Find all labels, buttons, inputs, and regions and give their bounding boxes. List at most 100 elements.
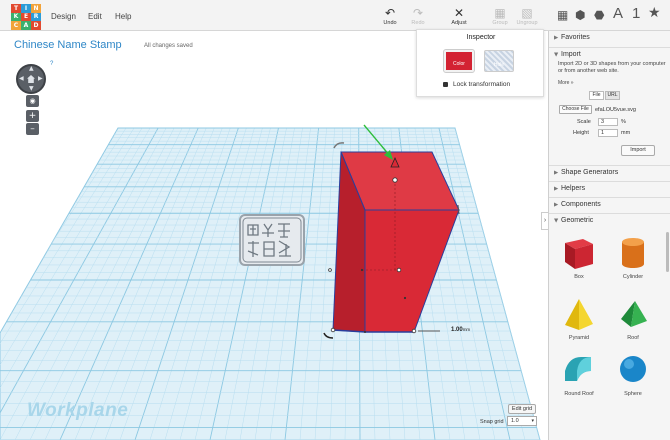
- chevron-right-icon: ▶: [554, 186, 559, 192]
- section-label: Shape Generators: [561, 169, 619, 176]
- round-roof-icon: [565, 357, 591, 381]
- adjust-icon: ✕: [453, 6, 465, 20]
- section-helpers[interactable]: ▶ Helpers: [549, 181, 670, 196]
- section-label: Favorites: [561, 34, 590, 41]
- number-view-icon[interactable]: 1: [632, 5, 640, 22]
- section-components[interactable]: ▶ Components: [549, 197, 670, 212]
- lock-label: Lock transformation: [453, 81, 511, 88]
- orbit-control[interactable]: ▲ ▼ ◀ ▶: [16, 64, 46, 94]
- shape-label: Sphere: [624, 391, 642, 397]
- import-button[interactable]: Import: [621, 145, 655, 156]
- top-toolbar: T I N K E R C A D Design Edit Help ↶ Und…: [0, 0, 670, 31]
- tab-file[interactable]: File: [589, 91, 604, 100]
- tinkercad-logo[interactable]: T I N K E R C A D: [11, 4, 41, 30]
- menu-design[interactable]: Design: [51, 12, 76, 21]
- logo-letter: C: [11, 21, 21, 30]
- section-label: Import: [561, 51, 581, 58]
- section-label: Components: [561, 201, 601, 208]
- section-favorites[interactable]: ▶ Favorites: [549, 31, 670, 46]
- import-description: Import 2D or 3D shapes from your compute…: [558, 61, 666, 75]
- sidebar-scrollbar[interactable]: [666, 232, 669, 272]
- shape-sphere[interactable]: Sphere: [608, 351, 658, 397]
- pyramid-icon: [565, 299, 593, 330]
- lock-transformation-toggle[interactable]: Lock transformation: [443, 81, 510, 88]
- brick-view-icon[interactable]: ⬣: [594, 8, 604, 22]
- scale-input[interactable]: 3: [598, 118, 618, 126]
- more-link[interactable]: More »: [558, 80, 574, 86]
- imported-stamp: [239, 214, 305, 266]
- text-view-icon[interactable]: A: [613, 5, 623, 22]
- dimension-unit: mm: [462, 327, 471, 332]
- shape-label: Box: [574, 274, 584, 280]
- height-unit: mm: [621, 130, 631, 136]
- star-icon[interactable]: ★: [648, 5, 661, 21]
- chevron-down-icon: ▼: [554, 52, 559, 58]
- cube-view-icon[interactable]: ⬢: [575, 8, 585, 22]
- save-status: All changes saved: [144, 43, 193, 49]
- section-geometric[interactable]: ▼ Geometric: [549, 213, 670, 228]
- group-label: Group: [492, 20, 508, 26]
- menu-help[interactable]: Help: [115, 12, 131, 21]
- edit-grid-button[interactable]: Edit grid: [508, 404, 536, 414]
- inspector-panel: Inspector Color Hole Lock transformation: [416, 29, 544, 97]
- logo-letter: K: [11, 12, 21, 22]
- undo-icon: ↶: [384, 6, 396, 20]
- zoom-out-button[interactable]: –: [26, 123, 39, 135]
- menu-edit[interactable]: Edit: [88, 12, 102, 21]
- nav-help-icon[interactable]: ?: [50, 61, 53, 67]
- home-icon[interactable]: [27, 75, 35, 83]
- shape-round-roof[interactable]: Round Roof: [554, 351, 604, 397]
- hole-swatch-button[interactable]: Hole: [484, 50, 514, 72]
- cylinder-icon: [622, 238, 644, 268]
- section-label: Helpers: [561, 185, 586, 192]
- adjust-button[interactable]: ✕ Adjust: [444, 7, 474, 26]
- project-title[interactable]: Chinese Name Stamp: [14, 39, 122, 51]
- shape-box[interactable]: Box: [554, 234, 604, 280]
- tab-url[interactable]: URL: [605, 91, 620, 100]
- section-shape-generators[interactable]: ▶ Shape Generators: [549, 165, 670, 180]
- redo-icon: ↷: [412, 6, 424, 20]
- grid-view-icon[interactable]: ▦: [557, 8, 568, 22]
- logo-letter: T: [11, 4, 21, 13]
- orbit-left-icon[interactable]: ◀: [19, 75, 24, 82]
- color-swatch-button[interactable]: Color: [443, 49, 475, 73]
- shape-pyramid[interactable]: Pyramid: [554, 295, 604, 341]
- shape-label: Cylinder: [622, 274, 644, 280]
- undo-button[interactable]: ↶ Undo: [375, 7, 405, 26]
- orbit-up-icon[interactable]: ▲: [29, 65, 34, 72]
- shape-label: Roof: [627, 335, 639, 341]
- dimension-label[interactable]: 1.00mm: [451, 327, 470, 333]
- shape-label: Round Roof: [564, 391, 594, 397]
- height-input[interactable]: 1: [598, 129, 618, 137]
- snap-grid-select[interactable]: 1.0 ▾: [507, 416, 537, 426]
- ungroup-button[interactable]: ▧ Ungroup: [512, 7, 542, 26]
- chevron-right-icon: ▶: [554, 35, 559, 41]
- section-label: Geometric: [561, 217, 594, 224]
- logo-letter: N: [31, 4, 41, 13]
- ungroup-label: Ungroup: [516, 20, 538, 26]
- shape-cylinder[interactable]: Cylinder: [608, 234, 658, 280]
- logo-letter: I: [21, 4, 31, 13]
- shape-roof[interactable]: Roof: [608, 295, 658, 341]
- workplane-label: Workplane: [27, 400, 129, 421]
- chevron-right-icon: ▶: [554, 170, 559, 176]
- view-cube-icon[interactable]: ◉: [26, 95, 39, 107]
- group-button[interactable]: ▦ Group: [485, 7, 515, 26]
- orbit-down-icon[interactable]: ▼: [29, 85, 34, 92]
- chevron-down-icon: ▾: [531, 418, 534, 424]
- redo-button[interactable]: ↷ Redo: [403, 7, 433, 26]
- undo-label: Undo: [383, 20, 397, 26]
- box-icon: [565, 239, 593, 269]
- group-icon: ▦: [494, 6, 506, 20]
- selected-file-name: efaLOU5vue.svg: [595, 107, 636, 113]
- shape-label: Pyramid: [568, 335, 590, 341]
- redo-label: Redo: [411, 20, 425, 26]
- color-label: Color: [453, 61, 465, 67]
- choose-file-button[interactable]: Choose File: [559, 105, 592, 114]
- section-import[interactable]: ▼ Import: [549, 47, 670, 62]
- zoom-in-button[interactable]: +: [26, 110, 39, 122]
- orbit-right-icon[interactable]: ▶: [38, 75, 43, 82]
- sphere-icon: [620, 356, 646, 382]
- right-sidebar: ▶ Favorites ▼ Import Import 2D or 3D shape…: [548, 31, 670, 440]
- scale-unit: %: [621, 119, 626, 125]
